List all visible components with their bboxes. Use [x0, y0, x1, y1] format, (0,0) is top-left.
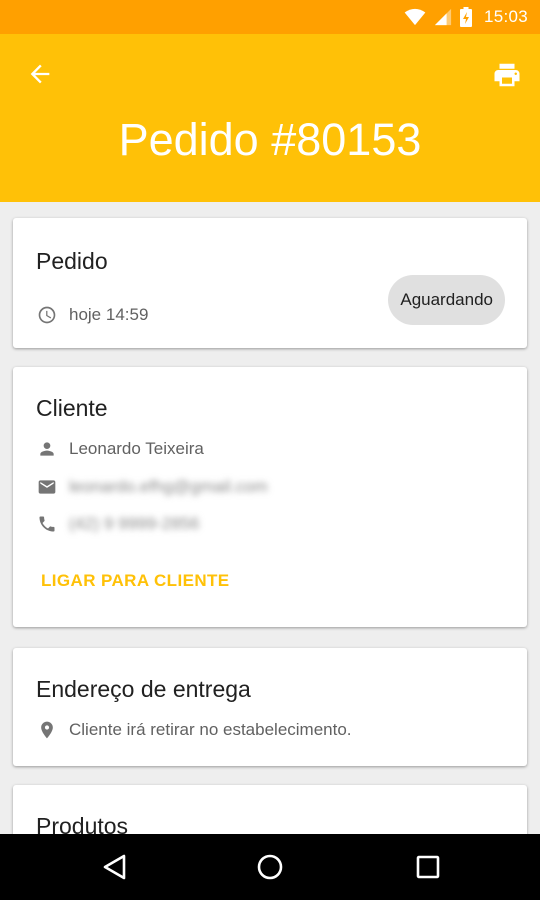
order-heading: Pedido	[36, 248, 108, 274]
location-pin-icon	[36, 719, 58, 741]
status-time: 15:03	[483, 7, 528, 26]
order-time-row: hoje 14:59	[36, 304, 148, 326]
nav-recents-icon[interactable]	[413, 852, 443, 882]
phone-icon	[36, 513, 58, 535]
arrow-left-icon[interactable]	[26, 60, 54, 88]
status-bar: 15:03	[0, 0, 540, 34]
address-heading: Endereço de entrega	[36, 676, 251, 702]
client-email: leonardo.efhg@gmail.com	[69, 477, 268, 496]
status-badge[interactable]: Aguardando	[388, 275, 505, 325]
client-heading: Cliente	[36, 395, 108, 421]
client-name: Leonardo Teixeira	[69, 439, 204, 458]
printer-icon[interactable]	[492, 60, 522, 90]
nav-back-icon[interactable]	[100, 852, 130, 882]
client-phone-row: (42) 9 9999-2856	[36, 513, 199, 535]
delivery-address: Cliente irá retirar no estabelecimento.	[69, 720, 352, 739]
email-icon	[36, 476, 58, 498]
clock-icon	[36, 304, 58, 326]
address-row: Cliente irá retirar no estabelecimento.	[36, 719, 352, 741]
client-email-row: leonardo.efhg@gmail.com	[36, 476, 268, 498]
client-name-row: Leonardo Teixeira	[36, 438, 204, 460]
app-bar: Pedido #80153	[0, 34, 540, 202]
address-card: Endereço de entrega Cliente irá retirar …	[13, 648, 527, 766]
order-time: hoje 14:59	[69, 305, 149, 324]
order-card: Pedido hoje 14:59 Aguardando	[13, 218, 527, 348]
client-phone: (42) 9 9999-2856	[69, 514, 200, 533]
client-card: Cliente Leonardo Teixeira leonardo.efhg@…	[13, 367, 527, 627]
call-client-button[interactable]: LIGAR PARA CLIENTE	[41, 571, 230, 591]
battery-charging-icon	[459, 7, 472, 27]
cell-signal-icon	[434, 8, 452, 26]
nav-home-icon[interactable]	[255, 852, 285, 882]
products-card: Produtos	[13, 785, 527, 834]
person-icon	[36, 438, 58, 460]
wifi-icon	[404, 8, 426, 26]
content-scroll[interactable]: Pedido hoje 14:59 Aguardando Cliente Leo…	[0, 202, 540, 834]
navigation-bar	[0, 834, 540, 900]
products-heading: Produtos	[36, 813, 129, 834]
page-title: Pedido #80153	[118, 114, 422, 165]
